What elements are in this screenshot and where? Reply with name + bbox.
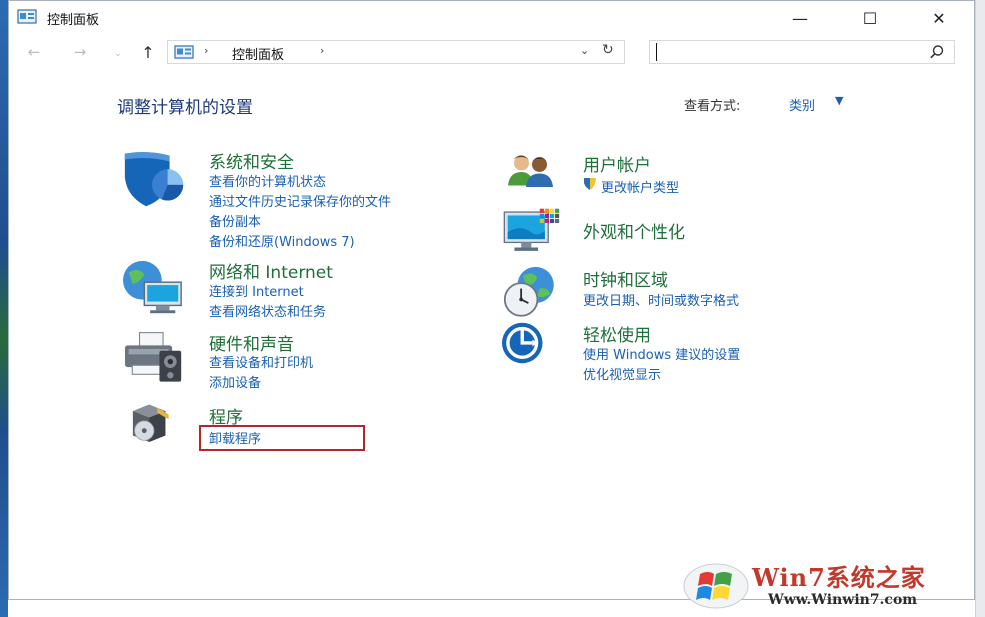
forward-arrow-icon: → — [73, 43, 87, 61]
minimize-icon: — — [792, 8, 808, 28]
link-add-device[interactable]: 添加设备 — [209, 372, 261, 391]
category-title[interactable]: 时钟和区域 — [583, 266, 668, 291]
search-icon[interactable] — [928, 43, 946, 61]
uac-shield-icon — [584, 178, 596, 190]
link-connect-internet[interactable]: 连接到 Internet — [209, 281, 304, 300]
category-title[interactable]: 轻松使用 — [583, 321, 651, 346]
link-view-computer-status[interactable]: 查看你的计算机状态 — [209, 171, 326, 190]
link-change-date-time-format[interactable]: 更改日期、时间或数字格式 — [583, 290, 739, 309]
chevron-down-icon: ⌄ — [114, 49, 122, 59]
watermark-url: Www.Winwin7.com — [768, 592, 918, 608]
user-accounts-icon[interactable] — [497, 151, 567, 199]
link-file-history[interactable]: 通过文件历史记录保存你的文件 — [209, 191, 391, 210]
close-button[interactable]: ✕ — [916, 5, 962, 31]
screen: 控制面板 — ☐ ✕ ← → ⌄ ↑ › 控制面板 › ⌄ ↻ 调整计算机的设置… — [0, 0, 985, 617]
ease-of-access-icon[interactable] — [497, 321, 561, 375]
address-dropdown-icon[interactable]: ⌄ — [580, 44, 589, 57]
watermark-title: Win7系统之家 — [752, 563, 926, 592]
search-box[interactable] — [649, 40, 955, 64]
link-backup-restore[interactable]: 备份和还原(Windows 7) — [209, 231, 355, 250]
link-network-status[interactable]: 查看网络状态和任务 — [209, 301, 326, 320]
view-by-caret-icon[interactable]: ▼ — [835, 94, 843, 107]
maximize-icon: ☐ — [862, 8, 878, 28]
address-bar[interactable]: › 控制面板 › ⌄ ↻ — [167, 40, 625, 64]
title-bar[interactable]: 控制面板 — ☐ ✕ — [9, 1, 974, 35]
control-panel-icon — [174, 45, 194, 59]
minimize-button[interactable]: — — [777, 5, 823, 31]
desktop-edge — [975, 0, 985, 617]
navigation-bar: ← → ⌄ ↑ › 控制面板 › ⌄ ↻ — [9, 37, 974, 67]
category-title[interactable]: 网络和 Internet — [209, 258, 333, 283]
recent-locations-button[interactable]: ⌄ — [107, 43, 129, 65]
up-button[interactable]: ↑ — [137, 41, 159, 63]
security-shield-icon[interactable] — [119, 147, 189, 211]
forward-button[interactable]: → — [69, 41, 91, 63]
clock-region-icon[interactable] — [497, 265, 567, 323]
view-by-dropdown[interactable]: 类别 — [789, 95, 815, 114]
back-arrow-icon: ← — [27, 43, 41, 61]
category-title[interactable]: 用户帐户 — [583, 151, 651, 176]
highlight-uninstall-box — [199, 425, 365, 451]
link-backup-copy[interactable]: 备份副本 — [209, 211, 261, 230]
window-title: 控制面板 — [47, 13, 100, 28]
page-title: 调整计算机的设置 — [117, 98, 253, 118]
desktop-background — [0, 0, 8, 617]
appearance-monitor-icon[interactable] — [497, 207, 569, 261]
link-change-account-type[interactable]: 更改帐户类型 — [601, 177, 679, 196]
watermark: Win7系统之家 Www.Winwin7.com — [680, 556, 970, 612]
network-globe-icon[interactable] — [119, 257, 189, 319]
programs-disc-icon[interactable] — [119, 403, 189, 455]
back-button[interactable]: ← — [23, 41, 45, 63]
control-panel-icon — [17, 9, 37, 24]
breadcrumb-separator[interactable]: › — [320, 44, 324, 57]
control-panel-window: 控制面板 — ☐ ✕ ← → ⌄ ↑ › 控制面板 › ⌄ ↻ 调整计算机的设置… — [8, 0, 975, 600]
close-icon: ✕ — [932, 8, 946, 28]
maximize-button[interactable]: ☐ — [847, 5, 893, 31]
breadcrumb-separator[interactable]: › — [204, 44, 208, 57]
windows-logo-icon — [683, 563, 749, 609]
link-devices-printers[interactable]: 查看设备和打印机 — [209, 352, 313, 371]
refresh-icon[interactable]: ↻ — [602, 42, 614, 58]
link-windows-recommended-settings[interactable]: 使用 Windows 建议的设置 — [583, 344, 740, 363]
view-by-label: 查看方式: — [684, 99, 741, 114]
search-input[interactable] — [656, 43, 916, 61]
link-optimize-visual-display[interactable]: 优化视觉显示 — [583, 364, 661, 383]
category-title[interactable]: 系统和安全 — [209, 148, 294, 173]
printer-hardware-icon[interactable] — [119, 329, 189, 387]
breadcrumb-control-panel[interactable]: 控制面板 — [232, 44, 284, 63]
category-title[interactable]: 外观和个性化 — [583, 218, 685, 243]
up-arrow-icon: ↑ — [141, 42, 155, 62]
